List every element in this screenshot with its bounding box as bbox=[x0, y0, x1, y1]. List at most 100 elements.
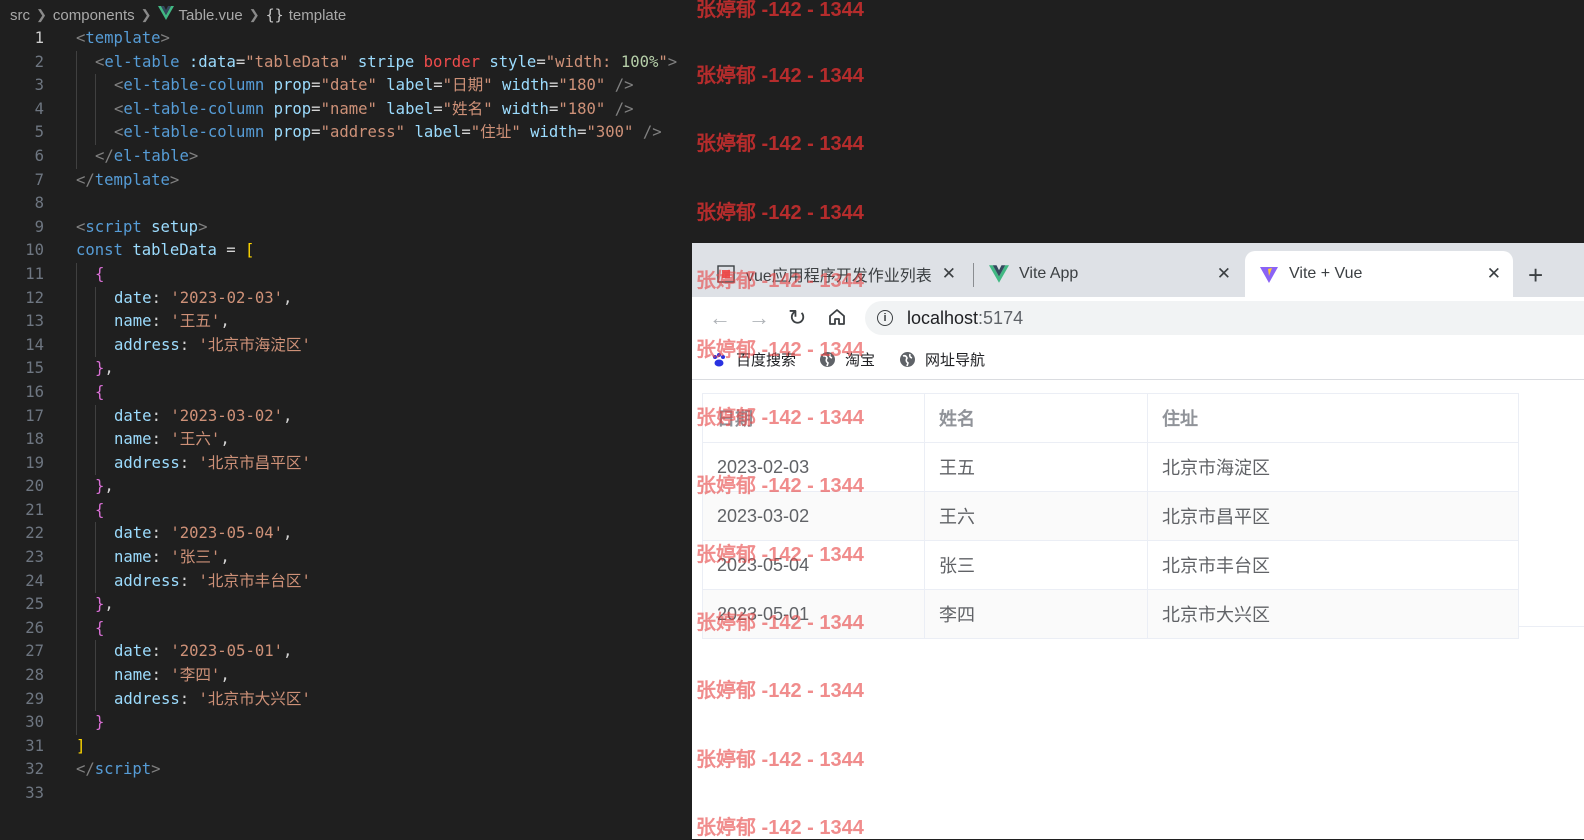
line-number: 7 bbox=[34, 170, 44, 189]
bookmark-baidu[interactable]: 百度搜索 bbox=[710, 349, 796, 370]
indent-guide bbox=[95, 97, 96, 122]
reload-icon[interactable]: ↻ bbox=[788, 305, 806, 331]
code-token: : bbox=[151, 406, 171, 425]
line-number: 10 bbox=[25, 241, 44, 260]
code-token: style bbox=[489, 52, 537, 71]
browser-toolbar: ← → ↻ i localhost:5174 bbox=[692, 297, 1584, 339]
code-token: setup bbox=[151, 217, 199, 236]
code-token: } bbox=[95, 477, 105, 496]
table-header-row: 日期 姓名 住址 bbox=[703, 394, 1519, 443]
code-token: > bbox=[151, 760, 161, 779]
table-row[interactable]: 2023-05-04 张三 北京市丰台区 bbox=[703, 541, 1519, 590]
code-token: "住址" bbox=[470, 123, 521, 142]
indent-guide bbox=[95, 121, 96, 145]
line-number: 26 bbox=[25, 618, 44, 637]
new-tab-button[interactable]: + bbox=[1528, 260, 1543, 290]
line-number: 2 bbox=[34, 52, 44, 71]
line-number: 15 bbox=[25, 359, 44, 378]
breadcrumb-components[interactable]: components bbox=[53, 7, 135, 24]
address-bar[interactable]: i localhost:5174 bbox=[865, 301, 1584, 335]
line-number: 9 bbox=[34, 217, 44, 236]
code-token: prop bbox=[273, 99, 312, 118]
code-token: : bbox=[151, 642, 171, 661]
code-token: date bbox=[114, 288, 152, 307]
code-text: <el-table-column prop="date" label="日期" … bbox=[114, 74, 633, 98]
indent-guide bbox=[76, 357, 77, 381]
curly-braces-icon: {} bbox=[265, 6, 284, 24]
bookmark-nav[interactable]: 网址导航 bbox=[899, 349, 985, 370]
indent-guide bbox=[76, 664, 77, 688]
line-number: 30 bbox=[25, 713, 44, 732]
line-number: 3 bbox=[34, 76, 44, 95]
tab-vite-app[interactable]: Vite App ✕ bbox=[977, 251, 1243, 297]
cell-name: 王五 bbox=[925, 443, 1148, 491]
indent-guide bbox=[95, 428, 96, 452]
info-icon[interactable]: i bbox=[877, 310, 893, 326]
breadcrumb-src[interactable]: src bbox=[10, 7, 30, 24]
bookmark-label: 网址导航 bbox=[925, 352, 986, 369]
code-token: < bbox=[95, 52, 105, 71]
breadcrumb: src ❯ components ❯ Table.vue ❯ {} templa… bbox=[0, 0, 710, 30]
code-token: = bbox=[548, 99, 559, 118]
code-token: border bbox=[423, 52, 480, 71]
code-token: { bbox=[95, 500, 105, 519]
code-token: "180" bbox=[558, 76, 606, 95]
home-icon[interactable] bbox=[828, 306, 846, 332]
code-token: '王五' bbox=[170, 312, 221, 331]
code-token: '李四' bbox=[170, 666, 221, 685]
code-token: prop bbox=[273, 76, 312, 95]
code-text: address: '北京市丰台区' bbox=[114, 570, 311, 594]
code-text: <el-table-column prop="name" label="姓名" … bbox=[114, 98, 633, 122]
table-row[interactable]: 2023-02-03 王五 北京市海淀区 bbox=[703, 443, 1519, 492]
line-number: 32 bbox=[25, 760, 44, 779]
code-token: </ bbox=[76, 760, 95, 779]
bookmark-taobao[interactable]: 淘宝 bbox=[819, 349, 875, 370]
back-arrow-icon[interactable]: ← bbox=[709, 305, 731, 331]
forward-arrow-icon[interactable]: → bbox=[748, 305, 770, 331]
header-address[interactable]: 住址 bbox=[1148, 394, 1519, 442]
code-token: </ bbox=[76, 170, 95, 189]
code-text: date: '2023-05-04', bbox=[114, 522, 292, 546]
indent-guide bbox=[95, 640, 96, 665]
indent-guide bbox=[95, 569, 96, 594]
breadcrumb-file[interactable]: Table.vue bbox=[179, 7, 243, 24]
line-number: 4 bbox=[34, 99, 44, 118]
tab-vite-vue[interactable]: Vite + Vue ✕ bbox=[1245, 251, 1513, 297]
code-token: date bbox=[114, 524, 152, 543]
code-token: '2023-03-02' bbox=[170, 406, 284, 425]
close-icon[interactable]: ✕ bbox=[1487, 264, 1501, 284]
breadcrumb-symbol[interactable]: template bbox=[289, 7, 347, 24]
indent-guide bbox=[95, 522, 96, 547]
code-token: script bbox=[94, 760, 152, 779]
code-token: > bbox=[169, 170, 180, 189]
line-number: 19 bbox=[25, 453, 44, 472]
line-number: 13 bbox=[25, 312, 44, 331]
code-token: = bbox=[548, 76, 559, 95]
indent-guide bbox=[76, 404, 77, 429]
code-token: : bbox=[151, 548, 171, 567]
close-icon[interactable]: ✕ bbox=[942, 264, 956, 284]
code-token: = bbox=[433, 76, 443, 95]
code-token: { bbox=[95, 264, 105, 283]
header-date[interactable]: 日期 bbox=[703, 394, 925, 442]
tab-homework-list[interactable]: vue应用程序开发作业列表 ✕ bbox=[692, 251, 968, 297]
vite-favicon-icon bbox=[1259, 264, 1279, 284]
code-token: , bbox=[104, 595, 114, 614]
code-text: <el-table-column prop="address" label="住… bbox=[114, 121, 662, 145]
table-row[interactable]: 2023-03-02 王六 北京市昌平区 bbox=[703, 492, 1519, 541]
url-port: :5174 bbox=[978, 307, 1024, 328]
indent-guide bbox=[76, 74, 77, 98]
table-row[interactable]: 2023-05-01 李四 北京市大兴区 bbox=[703, 590, 1519, 639]
bookmark-label: 百度搜索 bbox=[736, 352, 797, 369]
header-name[interactable]: 姓名 bbox=[925, 394, 1148, 442]
close-icon[interactable]: ✕ bbox=[1217, 264, 1231, 284]
